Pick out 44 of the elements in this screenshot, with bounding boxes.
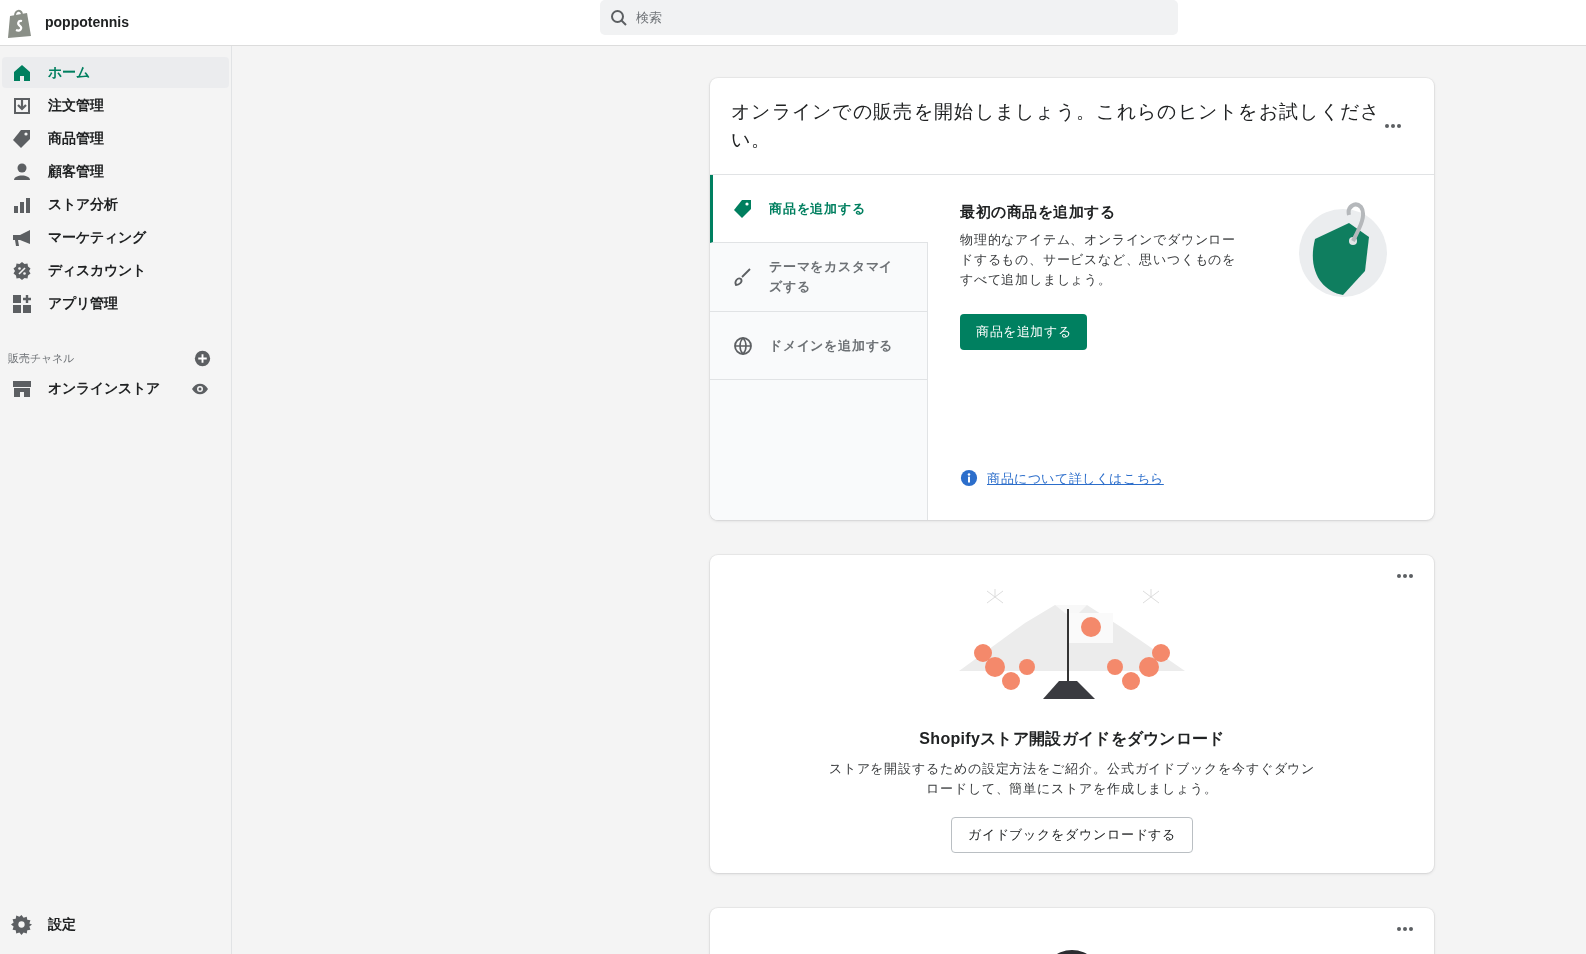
- discount-badge-icon: [12, 260, 32, 281]
- nav-item[interactable]: マーケティング: [2, 222, 229, 253]
- card-description: ストアを開設するための設定方法をご紹介。公式ガイドブックを今すぐダウンロードして、簡単にストアを作成しましょう。: [827, 760, 1317, 798]
- person-icon: [12, 161, 32, 182]
- globe-icon: [733, 335, 753, 356]
- nav-item[interactable]: 商品管理: [2, 123, 229, 154]
- tag-icon: [12, 128, 32, 149]
- store-name: poppotennis: [45, 13, 129, 32]
- card-title: Shopifyストア開設ガイドをダウンロード: [919, 729, 1225, 749]
- download-guide-button[interactable]: ガイドブックをダウンロードする: [950, 817, 1194, 853]
- home-icon: [12, 62, 32, 83]
- nav-item[interactable]: オンラインストア: [12, 378, 191, 399]
- nav-item[interactable]: アプリ管理: [2, 288, 229, 319]
- inbox-download-icon: [12, 95, 32, 116]
- add-product-button[interactable]: 商品を追加する: [960, 313, 1088, 350]
- paintbrush-icon: [733, 267, 753, 287]
- shopping-bag-logo-icon: [7, 7, 33, 38]
- section-heading: 販売チャネル: [8, 351, 74, 367]
- add-icon[interactable]: [194, 350, 211, 367]
- nav-item[interactable]: ストア分析: [2, 189, 229, 220]
- hint-tab[interactable]: ドメインを追加する: [710, 312, 927, 380]
- search-field[interactable]: 検索: [600, 0, 1178, 35]
- settings-icon: [11, 913, 32, 935]
- megaphone-icon: [12, 227, 32, 248]
- nav-item[interactable]: ディスカウント: [2, 255, 229, 286]
- apps-grid-icon: [12, 293, 32, 314]
- more-icon[interactable]: [1396, 573, 1414, 579]
- info-icon: [960, 469, 978, 488]
- settings-item[interactable]: 設定: [0, 908, 231, 940]
- tag-icon: [733, 198, 753, 219]
- panel-description: 物理的なアイテム、オンラインでダウンロードするもの、サービスなど、思いつくものをすべて追加しましょう。: [960, 230, 1237, 289]
- hint-tab[interactable]: テーマをカスタマイズする: [710, 243, 927, 312]
- nav-item[interactable]: ホーム: [2, 57, 229, 88]
- more-icon[interactable]: [1396, 926, 1414, 932]
- eye-icon[interactable]: [191, 382, 209, 395]
- hint-tab[interactable]: 商品を追加する: [710, 175, 928, 243]
- card-title: オンラインでの販売を開始しましょう。これらのヒントをお試しください。: [731, 100, 1381, 152]
- nav-item[interactable]: 注文管理: [2, 90, 229, 121]
- storefront-icon: [12, 378, 32, 399]
- learn-more-link[interactable]: 商品について詳しくはこちら: [987, 468, 1164, 488]
- more-icon[interactable]: [1384, 123, 1402, 129]
- nav-item[interactable]: 顧客管理: [2, 156, 229, 187]
- search-icon: [610, 9, 628, 27]
- panel-heading: 最初の商品を追加する: [960, 202, 1116, 222]
